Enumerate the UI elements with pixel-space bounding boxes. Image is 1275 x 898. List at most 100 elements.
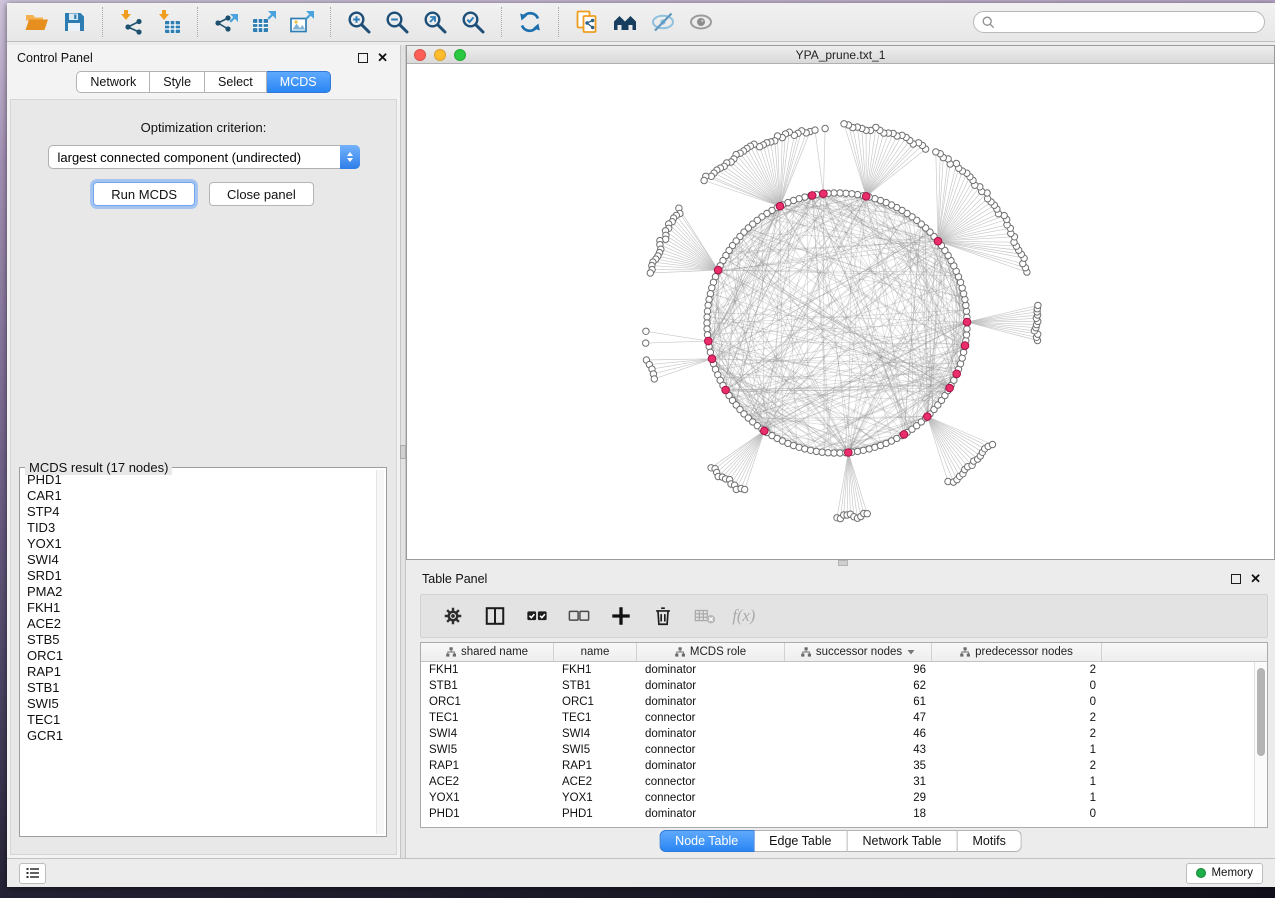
first-neighbors-icon[interactable] (608, 6, 642, 38)
delete-table-icon (687, 599, 723, 633)
table-row[interactable]: PHD1PHD1dominator180 (421, 806, 1254, 822)
toggle-columns-icon[interactable] (477, 599, 513, 633)
float-panel-icon[interactable] (1231, 574, 1241, 584)
column-header-successor-nodes[interactable]: successor nodes (785, 643, 932, 661)
table-cell: YOX1 (421, 790, 554, 806)
window-controls (407, 49, 466, 61)
table-cell: connector (637, 742, 785, 758)
table-row[interactable]: YOX1YOX1connector291 (421, 790, 1254, 806)
tab-network[interactable]: Network (76, 71, 150, 93)
delete-selected-columns-icon[interactable] (645, 599, 681, 633)
new-network-from-selection-icon[interactable] (570, 6, 604, 38)
table-scrollbar[interactable] (1254, 662, 1267, 827)
refresh-layout-icon[interactable] (513, 6, 547, 38)
close-panel-icon[interactable]: ✕ (1250, 574, 1261, 584)
float-panel-icon[interactable] (358, 53, 368, 63)
table-row[interactable]: STB1STB1dominator620 (421, 678, 1254, 694)
search-input[interactable] (1000, 13, 1264, 31)
column-header-shared-name[interactable]: shared name (421, 643, 554, 661)
mcds-result-item[interactable]: SWI5 (22, 696, 375, 712)
mcds-result-item[interactable]: FKH1 (22, 600, 375, 616)
list-icon (26, 867, 40, 879)
table-cell: SWI5 (554, 742, 637, 758)
mcds-result-item[interactable]: STB1 (22, 680, 375, 696)
mcds-result-item[interactable]: ORC1 (22, 648, 375, 664)
mcds-result-groupbox: MCDS result (17 nodes) PHD1CAR1STP4TID3Y… (19, 467, 387, 837)
add-column-icon[interactable] (603, 599, 639, 633)
tab-mcds[interactable]: MCDS (267, 71, 331, 93)
hide-selected-icon[interactable] (646, 6, 680, 38)
close-panel-icon[interactable]: ✕ (377, 53, 388, 63)
scrollbar-thumb[interactable] (1257, 668, 1265, 756)
import-network-icon[interactable] (114, 6, 148, 38)
open-file-icon[interactable] (19, 6, 53, 38)
column-header-mcds-role[interactable]: MCDS role (637, 643, 785, 661)
table-toolbar: f(x) (420, 594, 1268, 638)
table-row[interactable]: SWI5SWI5connector431 (421, 742, 1254, 758)
column-header-predecessor-nodes[interactable]: predecessor nodes (932, 643, 1102, 661)
column-header-name[interactable]: name (554, 643, 637, 661)
table-cell: 2 (932, 710, 1102, 726)
search-field[interactable] (973, 11, 1265, 33)
zoom-selected-icon[interactable] (456, 6, 490, 38)
table-row[interactable]: ORC1ORC1dominator610 (421, 694, 1254, 710)
deselect-all-rows-icon[interactable] (561, 599, 597, 633)
table-cell: dominator (637, 758, 785, 774)
show-panels-button[interactable] (19, 863, 46, 884)
mcds-result-item[interactable]: STB5 (22, 632, 375, 648)
zoom-fit-icon[interactable] (418, 6, 452, 38)
network-titlebar[interactable]: YPA_prune.txt_1 (407, 46, 1274, 64)
export-network-icon[interactable] (209, 6, 243, 38)
memory-button[interactable]: Memory (1186, 863, 1263, 884)
table-row[interactable]: RAP1RAP1dominator352 (421, 758, 1254, 774)
show-all-icon[interactable] (684, 6, 718, 38)
mcds-result-item[interactable]: SRD1 (22, 568, 375, 584)
mcds-result-item[interactable]: STP4 (22, 504, 375, 520)
table-row[interactable]: ACE2ACE2connector311 (421, 774, 1254, 790)
mcds-result-item[interactable]: SWI4 (22, 552, 375, 568)
mcds-result-item[interactable]: CAR1 (22, 488, 375, 504)
maximize-window-icon[interactable] (454, 49, 466, 61)
zoom-out-icon[interactable] (380, 6, 414, 38)
close-panel-button[interactable]: Close panel (209, 182, 314, 206)
tab-edge-table[interactable]: Edge Table (754, 830, 847, 852)
optimization-criterion-select[interactable]: largest connected component (undirected) (48, 145, 360, 169)
table-cell: PHD1 (421, 806, 554, 822)
tab-node-table[interactable]: Node Table (659, 830, 754, 852)
mcds-result-item[interactable]: TEC1 (22, 712, 375, 728)
mcds-result-list[interactable]: PHD1CAR1STP4TID3YOX1SWI4SRD1PMA2FKH1ACE2… (22, 472, 375, 834)
table-settings-icon[interactable] (435, 599, 471, 633)
toolbar-separator (330, 7, 331, 37)
table-cell: dominator (637, 678, 785, 694)
save-session-icon[interactable] (57, 6, 91, 38)
tab-motifs[interactable]: Motifs (957, 830, 1021, 852)
zoom-in-icon[interactable] (342, 6, 376, 38)
table-row[interactable]: FKH1FKH1dominator962 (421, 662, 1254, 678)
close-window-icon[interactable] (414, 49, 426, 61)
run-mcds-button[interactable]: Run MCDS (93, 182, 195, 206)
mcds-result-item[interactable]: ACE2 (22, 616, 375, 632)
sort-descending-icon (907, 649, 915, 655)
mcds-result-item[interactable]: YOX1 (22, 536, 375, 552)
export-table-icon[interactable] (247, 6, 281, 38)
network-canvas[interactable] (407, 64, 1274, 559)
tab-network-table[interactable]: Network Table (848, 830, 958, 852)
mcds-result-item[interactable]: PMA2 (22, 584, 375, 600)
table-cell: STB1 (554, 678, 637, 694)
table-cell: YOX1 (554, 790, 637, 806)
mcds-result-item[interactable]: RAP1 (22, 664, 375, 680)
table-row[interactable]: SWI4SWI4dominator462 (421, 726, 1254, 742)
table-cell: 31 (785, 774, 932, 790)
tab-select[interactable]: Select (205, 71, 267, 93)
mcds-result-item[interactable]: PHD1 (22, 472, 375, 488)
mcds-result-item[interactable]: TID3 (22, 520, 375, 536)
select-all-rows-icon[interactable] (519, 599, 555, 633)
mcds-list-scrollbar[interactable] (376, 470, 384, 834)
import-table-icon[interactable] (152, 6, 186, 38)
minimize-window-icon[interactable] (434, 49, 446, 61)
table-row[interactable]: TEC1TEC1connector472 (421, 710, 1254, 726)
tab-style[interactable]: Style (150, 71, 205, 93)
mcds-result-item[interactable]: GCR1 (22, 728, 375, 744)
table-cell: dominator (637, 662, 785, 678)
export-image-icon[interactable] (285, 6, 319, 38)
